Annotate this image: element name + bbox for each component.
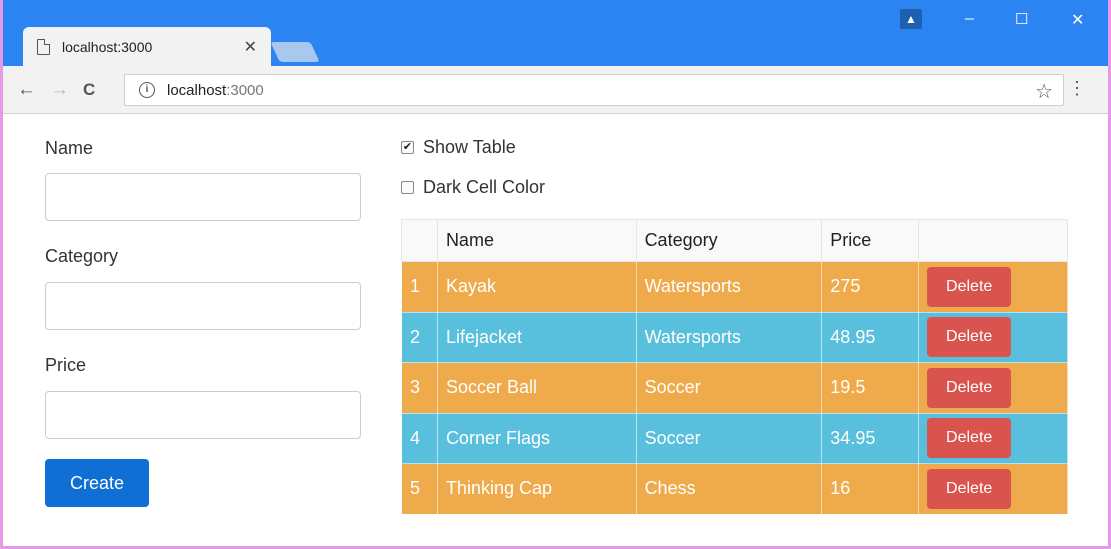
address-bar[interactable]: i localhost:3000 ☆ xyxy=(124,74,1064,106)
delete-button[interactable]: Delete xyxy=(927,266,1012,307)
dark-cell-label: Dark Cell Color xyxy=(423,177,546,197)
table-row: 5 Thinking Cap Chess 16 Delete xyxy=(401,463,1068,515)
row-action: Delete xyxy=(918,261,1068,313)
row-name: Thinking Cap xyxy=(436,463,637,515)
maximize-button[interactable]: ☐ xyxy=(1015,10,1028,28)
forward-icon: → xyxy=(50,78,69,100)
delete-button[interactable]: Delete xyxy=(927,468,1012,509)
row-price: 19.5 xyxy=(821,362,920,414)
column-header-index xyxy=(401,219,438,262)
page-icon xyxy=(37,38,50,55)
row-price: 16 xyxy=(821,463,920,515)
new-tab-button[interactable] xyxy=(270,42,320,62)
row-category: Soccer xyxy=(635,412,823,464)
dark-cell-option[interactable]: Dark Cell Color xyxy=(401,177,545,198)
row-index: 5 xyxy=(401,463,438,515)
row-name: Corner Flags xyxy=(436,412,637,464)
name-field[interactable] xyxy=(45,173,361,221)
table-header-row: Name Category Price xyxy=(401,219,1068,262)
show-table-checkbox[interactable]: ✔ xyxy=(401,141,414,154)
row-index: 1 xyxy=(401,261,438,313)
row-name: Soccer Ball xyxy=(436,362,637,414)
dark-cell-checkbox[interactable] xyxy=(401,181,414,194)
category-label: Category xyxy=(45,246,119,266)
table-row: 4 Corner Flags Soccer 34.95 Delete xyxy=(401,412,1068,464)
browser-menu-icon[interactable]: ⋮ xyxy=(1068,79,1086,97)
row-category: Soccer xyxy=(635,362,823,414)
column-header-category: Category xyxy=(635,219,823,262)
row-action: Delete xyxy=(918,362,1068,414)
column-header-name: Name xyxy=(436,219,637,262)
delete-button[interactable]: Delete xyxy=(927,418,1012,459)
row-index: 3 xyxy=(401,362,438,414)
column-header-price: Price xyxy=(821,219,920,262)
row-index: 2 xyxy=(401,311,438,363)
delete-button[interactable]: Delete xyxy=(927,367,1012,408)
browser-window: localhost:3000 ✕ ▲ – ☐ ✕ ← → C i localho… xyxy=(0,0,1111,549)
table-row: 1 Kayak Watersports 275 Delete xyxy=(401,261,1068,313)
bookmark-star-icon[interactable]: ☆ xyxy=(1035,79,1053,104)
price-label: Price xyxy=(45,355,87,375)
close-window-button[interactable]: ✕ xyxy=(1071,10,1084,30)
back-icon[interactable]: ← xyxy=(17,79,36,101)
url-host: localhost xyxy=(167,81,227,99)
reload-icon[interactable]: C xyxy=(83,80,95,100)
browser-tab[interactable]: localhost:3000 ✕ xyxy=(23,27,271,66)
info-icon[interactable]: i xyxy=(139,82,155,98)
row-name: Lifejacket xyxy=(436,311,637,363)
browser-toolbar: ← → C i localhost:3000 ☆ ⋮ xyxy=(3,66,1108,114)
row-category: Watersports xyxy=(635,311,823,363)
user-profile-icon[interactable]: ▲ xyxy=(900,9,922,29)
show-table-label: Show Table xyxy=(423,137,516,157)
row-name: Kayak xyxy=(436,261,637,313)
table-row: 2 Lifejacket Watersports 48.95 Delete xyxy=(401,311,1068,363)
row-action: Delete xyxy=(918,412,1068,464)
row-category: Chess xyxy=(635,463,823,515)
column-header-action xyxy=(918,219,1068,262)
row-index: 4 xyxy=(401,412,438,464)
create-button[interactable]: Create xyxy=(45,459,149,507)
close-tab-icon[interactable]: ✕ xyxy=(244,37,257,57)
category-field[interactable] xyxy=(45,282,361,330)
row-price: 275 xyxy=(821,261,920,313)
url-port: :3000 xyxy=(226,81,264,99)
show-table-option[interactable]: ✔ Show Table xyxy=(401,137,516,158)
delete-button[interactable]: Delete xyxy=(927,317,1012,358)
row-category: Watersports xyxy=(635,261,823,313)
row-price: 48.95 xyxy=(821,311,920,363)
row-action: Delete xyxy=(918,311,1068,363)
page-content: Name Category Price Create ✔ Show Table … xyxy=(3,115,1108,546)
name-label: Name xyxy=(45,138,94,158)
price-field[interactable] xyxy=(45,391,361,439)
row-action: Delete xyxy=(918,463,1068,515)
title-bar: localhost:3000 ✕ ▲ – ☐ ✕ xyxy=(3,0,1108,66)
table-row: 3 Soccer Ball Soccer 19.5 Delete xyxy=(401,362,1068,414)
tab-title: localhost:3000 xyxy=(62,38,153,55)
row-price: 34.95 xyxy=(821,412,920,464)
products-table: Name Category Price 1 Kayak Watersports … xyxy=(401,219,1068,515)
minimize-button[interactable]: – xyxy=(965,10,974,28)
